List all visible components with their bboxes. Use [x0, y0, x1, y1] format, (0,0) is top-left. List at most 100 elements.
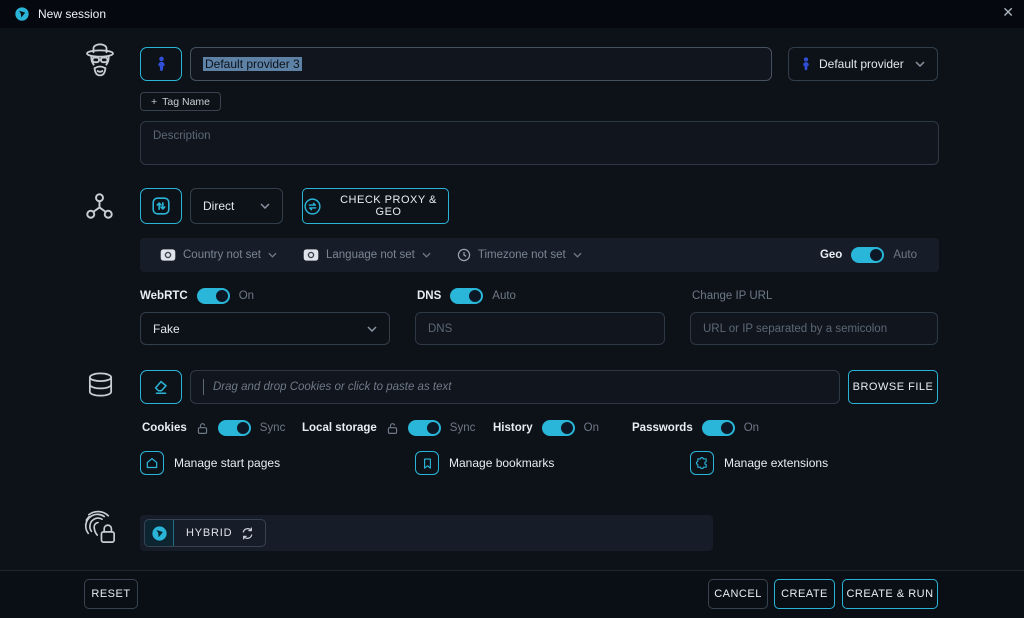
- dns-input[interactable]: DNS: [415, 312, 665, 345]
- proxy-type-dropdown[interactable]: Direct: [190, 188, 283, 224]
- description-textarea[interactable]: Description: [140, 121, 939, 165]
- flag-icon: [303, 249, 319, 261]
- create-and-run-label: CREATE & RUN: [846, 588, 933, 600]
- manage-start-pages-label: Manage start pages: [174, 456, 280, 470]
- chevron-down-icon: [915, 61, 925, 67]
- cancel-button[interactable]: CANCEL: [708, 579, 768, 609]
- dns-toggle[interactable]: [450, 288, 483, 304]
- cancel-label: CANCEL: [714, 588, 762, 600]
- provider-dropdown[interactable]: Default provider: [788, 47, 938, 81]
- description-placeholder: Description: [153, 130, 211, 142]
- local-storage-toggle[interactable]: [408, 420, 441, 436]
- history-label: History: [493, 422, 533, 434]
- chevron-down-icon: [260, 203, 270, 209]
- dns-input-placeholder: DNS: [428, 323, 452, 335]
- person-icon: [801, 57, 811, 71]
- country-dropdown-value: Country not set: [183, 249, 261, 261]
- webrtc-state: On: [239, 290, 254, 302]
- local-storage-label: Local storage: [302, 422, 377, 434]
- dns-label: DNS: [417, 290, 441, 302]
- cookies-toggle-group: Cookies Sync: [142, 420, 285, 436]
- cookies-state: Sync: [260, 422, 286, 434]
- plus-icon: +: [151, 96, 157, 108]
- change-ip-url-input[interactable]: URL or IP separated by a semicolon: [690, 312, 938, 345]
- history-state: On: [584, 422, 599, 434]
- clear-cookies-button[interactable]: [140, 370, 182, 404]
- title-bar: New session ✕: [0, 0, 1024, 28]
- cookies-label: Cookies: [142, 422, 187, 434]
- session-name-input[interactable]: Default provider 3: [190, 47, 772, 81]
- dns-state: Auto: [492, 290, 516, 302]
- unlock-icon[interactable]: [386, 422, 399, 435]
- new-session-dialog: New session ✕: [0, 0, 1024, 618]
- geo-label: Geo: [820, 249, 842, 261]
- language-dropdown[interactable]: Language not set: [303, 249, 431, 261]
- chevron-down-icon: [367, 326, 377, 332]
- chevron-down-icon: [573, 252, 582, 258]
- webrtc-mode-dropdown[interactable]: Fake: [140, 312, 390, 345]
- change-ip-url-placeholder: URL or IP separated by a semicolon: [703, 323, 887, 335]
- create-and-run-button[interactable]: CREATE & RUN: [842, 579, 938, 609]
- swap-vertical-icon: [150, 195, 172, 217]
- reset-button[interactable]: RESET: [84, 579, 138, 609]
- fingerprint-mode-panel: HYBRID: [140, 515, 713, 551]
- webrtc-toggle[interactable]: [197, 288, 230, 304]
- check-proxy-geo-label: CHECK PROXY & GEO: [329, 194, 448, 218]
- eraser-icon: [151, 377, 171, 397]
- cookies-section-icon: [84, 370, 117, 401]
- history-toggle-group: History On: [493, 420, 599, 436]
- cookies-toggle[interactable]: [218, 420, 251, 436]
- session-name-value: Default provider 3: [203, 57, 302, 71]
- dialog-title: New session: [38, 7, 106, 21]
- manage-start-pages-button[interactable]: Manage start pages: [140, 451, 280, 475]
- person-icon: [156, 56, 167, 72]
- add-tag-label: Tag Name: [162, 96, 210, 108]
- fingerprint-mode-button[interactable]: HYBRID: [144, 519, 266, 547]
- add-tag-button[interactable]: + Tag Name: [140, 92, 221, 111]
- regenerate-icon: [240, 526, 265, 541]
- provider-dropdown-value: Default provider: [819, 57, 904, 71]
- dns-toggle-group: DNS Auto: [417, 288, 516, 304]
- proxy-icon-button[interactable]: [140, 188, 182, 224]
- manage-bookmarks-button[interactable]: Manage bookmarks: [415, 451, 554, 475]
- passwords-state: On: [744, 422, 759, 434]
- browse-file-button[interactable]: BROWSE FILE: [848, 370, 938, 404]
- check-proxy-geo-button[interactable]: CHECK PROXY & GEO: [302, 188, 449, 224]
- profile-icon-button[interactable]: [140, 47, 182, 81]
- history-toggle[interactable]: [542, 420, 575, 436]
- app-logo-icon: [144, 519, 174, 547]
- local-storage-state: Sync: [450, 422, 476, 434]
- passwords-toggle[interactable]: [702, 420, 735, 436]
- flag-icon: [160, 249, 176, 261]
- browse-file-label: BROWSE FILE: [853, 381, 934, 393]
- local-storage-toggle-group: Local storage Sync: [302, 420, 475, 436]
- text-caret: [203, 379, 204, 395]
- webrtc-mode-value: Fake: [153, 322, 180, 336]
- home-icon: [140, 451, 164, 475]
- manage-extensions-button[interactable]: Manage extensions: [690, 451, 828, 475]
- geo-toggle[interactable]: [851, 247, 884, 263]
- create-label: CREATE: [781, 588, 828, 600]
- timezone-dropdown[interactable]: Timezone not set: [457, 248, 582, 262]
- passwords-label: Passwords: [632, 422, 693, 434]
- app-logo-icon: [15, 7, 29, 21]
- extension-icon: [690, 451, 714, 475]
- cookies-dropzone[interactable]: Drag and drop Cookies or click to paste …: [190, 370, 840, 404]
- cookies-dropzone-placeholder: Drag and drop Cookies or click to paste …: [213, 381, 451, 393]
- webrtc-label: WebRTC: [140, 290, 188, 302]
- profile-section-icon: [80, 41, 120, 85]
- chevron-down-icon: [422, 252, 431, 258]
- unlock-icon[interactable]: [196, 422, 209, 435]
- proxy-type-value: Direct: [203, 199, 234, 213]
- exchange-icon: [303, 197, 322, 216]
- create-button[interactable]: CREATE: [774, 579, 835, 609]
- geo-toggle-group: Geo Auto: [820, 247, 917, 263]
- chevron-down-icon: [268, 252, 277, 258]
- passwords-toggle-group: Passwords On: [632, 420, 759, 436]
- webrtc-toggle-group: WebRTC On: [140, 288, 254, 304]
- language-dropdown-value: Language not set: [326, 249, 415, 261]
- country-dropdown[interactable]: Country not set: [160, 249, 277, 261]
- proxy-section-icon: [83, 190, 116, 223]
- close-icon[interactable]: ✕: [1002, 5, 1014, 19]
- fingerprint-section-icon: [79, 506, 120, 547]
